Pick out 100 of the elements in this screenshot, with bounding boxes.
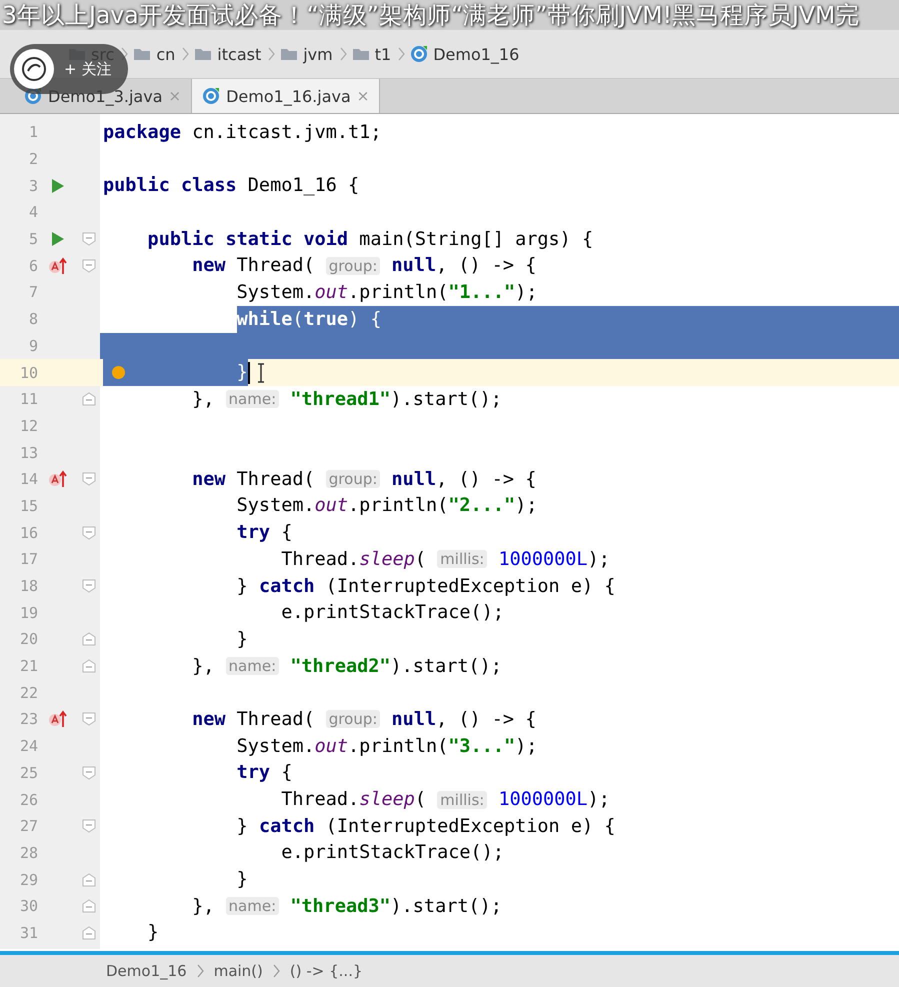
code-line: System.out.println("3..."); — [236, 734, 538, 759]
code-line: }, name: "thread1").start(); — [191, 388, 503, 412]
code-line: } — [236, 628, 249, 652]
chevron-icon — [398, 47, 406, 61]
line-number: 25 — [18, 764, 38, 782]
line-number: 29 — [18, 870, 38, 889]
class-icon — [202, 87, 220, 105]
status-breadcrumb[interactable]: main() — [214, 962, 263, 980]
line-number: 17 — [18, 550, 38, 568]
line-number: 14 — [18, 470, 38, 488]
breadcrumb-item[interactable]: t1 — [374, 44, 392, 64]
line-number: 4 — [28, 203, 38, 222]
line-number: 12 — [18, 416, 38, 435]
folder-icon — [133, 47, 152, 61]
code-line: try { — [236, 761, 294, 786]
line-number: 27 — [18, 817, 38, 836]
line-number: 9 — [28, 336, 38, 355]
fold-icon[interactable] — [82, 712, 96, 726]
folder-icon — [194, 47, 212, 61]
code-line: } — [100, 359, 899, 386]
line-number: 21 — [18, 657, 38, 676]
line-number: 19 — [18, 604, 38, 622]
fold-icon[interactable] — [82, 526, 96, 540]
fold-icon[interactable] — [82, 579, 96, 594]
logo-icon — [14, 49, 54, 89]
code-line: new Thread( group: null, () -> { — [191, 254, 538, 278]
line-number: 22 — [18, 684, 38, 702]
line-number: 11 — [18, 390, 38, 408]
fold-icon[interactable] — [82, 472, 96, 486]
line-number: 13 — [18, 444, 38, 462]
line-number: 30 — [18, 897, 38, 916]
code-line: Thread.sleep( millis: 1000000L); — [280, 788, 611, 812]
text-cursor-icon — [256, 362, 266, 383]
video-title: 3年以上Java开发面试必备！“满级”架构师“满老师”带你刷JVM!黑马程序员JVM完 — [2, 0, 860, 30]
status-breadcrumb[interactable]: Demo1_16 — [106, 962, 187, 980]
line-number: 26 — [18, 790, 38, 809]
code-line: } catch (InterruptedException e) { — [236, 814, 616, 839]
line-number: 16 — [18, 524, 38, 542]
fold-icon[interactable] — [82, 659, 96, 674]
chevron-icon — [340, 47, 347, 61]
code-line: }, name: "thread2").start(); — [191, 654, 503, 679]
code-line: public class Demo1_16 { — [102, 174, 360, 198]
run-icon[interactable] — [51, 231, 65, 248]
code-line: }, name: "thread3").start(); — [191, 894, 503, 919]
folder-icon — [280, 47, 298, 61]
line-number: 5 — [28, 230, 38, 248]
chevron-icon — [182, 47, 190, 61]
tab-label: Demo1_16.java — [226, 86, 351, 106]
override-icon[interactable] — [48, 470, 68, 488]
code-line: new Thread( group: null, () -> { — [191, 468, 538, 492]
chevron-icon — [268, 47, 276, 61]
fold-icon[interactable] — [82, 392, 96, 406]
line-number: 31 — [18, 924, 38, 942]
line-number: 24 — [18, 737, 38, 756]
line-number: 20 — [18, 630, 38, 648]
code-line: System.out.println("1..."); — [236, 280, 538, 305]
follow-button[interactable]: + 关注 — [64, 60, 112, 78]
fold-icon[interactable] — [82, 926, 96, 940]
fold-icon[interactable] — [82, 766, 96, 780]
line-number: 10 — [18, 364, 38, 382]
chevron-icon — [196, 964, 204, 978]
code-line: System.out.println("2..."); — [236, 494, 538, 518]
breadcrumb-item[interactable]: jvm — [303, 44, 333, 64]
folder-icon — [352, 47, 370, 61]
breadcrumb-item[interactable]: Demo1_16 — [433, 44, 520, 64]
line-number: 1 — [28, 123, 38, 142]
fold-icon[interactable] — [82, 232, 96, 246]
tab-label: Demo1_3.java — [48, 86, 163, 106]
fold-icon[interactable] — [82, 899, 96, 914]
line-number: 15 — [18, 496, 38, 515]
fold-icon[interactable] — [82, 258, 96, 273]
line-number: 18 — [18, 577, 38, 596]
line-number: 8 — [28, 310, 38, 328]
fold-icon[interactable] — [82, 819, 96, 834]
code-line: } — [236, 868, 249, 892]
override-icon[interactable] — [48, 256, 68, 275]
run-icon[interactable] — [51, 178, 65, 194]
code-line: new Thread( group: null, () -> { — [191, 708, 538, 732]
line-number: 2 — [28, 150, 38, 168]
fold-icon[interactable] — [82, 872, 96, 887]
status-breadcrumb[interactable]: () -> {...} — [290, 962, 363, 980]
line-number: 6 — [28, 256, 38, 275]
line-number: 23 — [18, 710, 38, 728]
code-line: e.printStackTrace(); — [280, 841, 505, 866]
code-line: } catch (InterruptedException e) { — [236, 574, 616, 599]
line-number: 28 — [18, 844, 38, 862]
code-line: public static void main(String[] args) { — [146, 228, 594, 252]
line-number: 7 — [28, 283, 38, 302]
breadcrumb-item[interactable]: itcast — [217, 44, 262, 64]
class-icon — [410, 45, 428, 63]
code-line: package cn.itcast.jvm.t1; — [102, 120, 382, 145]
override-icon[interactable] — [48, 710, 68, 728]
code-line: try { — [236, 521, 294, 546]
code-line: e.printStackTrace(); — [280, 601, 505, 626]
fold-icon[interactable] — [82, 632, 96, 646]
code-line: } — [146, 921, 160, 946]
chevron-icon — [272, 964, 280, 978]
code-line: Thread.sleep( millis: 1000000L); — [280, 548, 611, 572]
editor-tab[interactable]: Demo1_16.java × — [192, 79, 380, 113]
breadcrumb-item[interactable]: cn — [156, 44, 176, 64]
